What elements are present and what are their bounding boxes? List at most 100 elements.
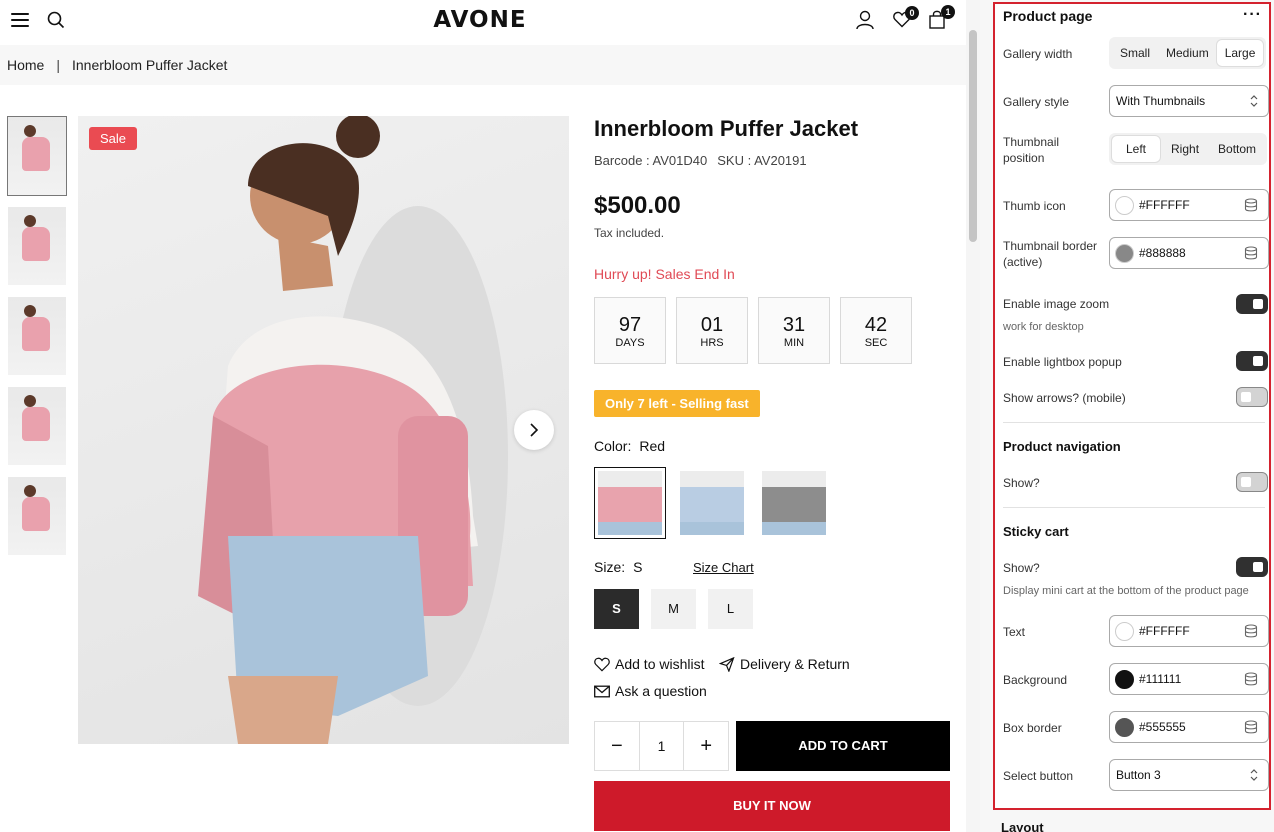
main-product-image[interactable]: Sale — [78, 116, 569, 744]
thumbnail-position-right[interactable]: Right — [1160, 136, 1210, 162]
buy-it-now-button[interactable]: BUY IT NOW — [594, 781, 950, 831]
color-label: Color: — [594, 438, 632, 454]
swatch-image — [680, 471, 744, 535]
color-swatch[interactable] — [1115, 670, 1134, 689]
countdown-unit: SEC — [864, 337, 888, 349]
select-chevron-icon — [1250, 769, 1258, 781]
account-icon[interactable] — [856, 10, 874, 35]
barcode: Barcode : AV01D40 — [594, 153, 708, 168]
gallery-style-value: With Thumbnails — [1116, 94, 1206, 108]
countdown-minutes: 31 MIN — [758, 297, 830, 364]
image-zoom-label: Enable image zoom — [1003, 297, 1110, 311]
add-to-cart-button[interactable]: ADD TO CART — [736, 721, 950, 771]
sticky-text-label: Text — [1003, 625, 1026, 639]
gallery-width-small[interactable]: Small — [1112, 40, 1158, 66]
database-icon[interactable] — [1244, 624, 1258, 638]
thumbnail-image — [8, 387, 66, 465]
size-chart-link[interactable]: Size Chart — [693, 560, 754, 575]
ask-question-label: Ask a question — [615, 683, 707, 699]
preview-scrollbar[interactable] — [966, 0, 980, 832]
thumbnail-position-bottom[interactable]: Bottom — [1210, 136, 1264, 162]
sticky-box-border-color-field[interactable]: #555555 — [1109, 711, 1269, 743]
quantity-decrease-button[interactable]: − — [595, 722, 639, 770]
image-zoom-toggle[interactable] — [1236, 294, 1268, 314]
settings-panel: Product page ··· Gallery width Small Med… — [980, 0, 1274, 832]
menu-icon[interactable] — [11, 13, 29, 27]
size-option-l[interactable]: L — [708, 589, 753, 629]
color-swatch-grey[interactable] — [758, 467, 830, 539]
thumb-icon-label: Thumb icon — [1003, 199, 1066, 213]
select-button-value: Button 3 — [1116, 768, 1161, 782]
gallery-thumbnail[interactable] — [7, 386, 67, 466]
breadcrumb-home-link[interactable]: Home — [7, 57, 44, 73]
database-icon[interactable] — [1244, 198, 1258, 212]
gallery-thumbnail[interactable] — [7, 476, 67, 556]
size-option-m[interactable]: M — [651, 589, 696, 629]
scrollbar-thumb[interactable] — [969, 30, 977, 242]
product-codes: Barcode : AV01D40 SKU : AV20191 — [594, 153, 807, 168]
lightbox-toggle[interactable] — [1236, 351, 1268, 371]
countdown-unit: DAYS — [615, 337, 645, 349]
delivery-return-label: Delivery & Return — [740, 656, 850, 672]
color-swatch[interactable] — [1115, 622, 1134, 641]
chevron-right-icon — [530, 423, 539, 437]
product-navigation-toggle[interactable] — [1236, 472, 1268, 492]
sale-badge: Sale — [89, 127, 138, 150]
select-button-dropdown[interactable]: Button 3 — [1109, 759, 1269, 791]
gallery-style-select[interactable]: With Thumbnails — [1109, 85, 1269, 117]
delivery-return-link[interactable]: Delivery & Return — [719, 656, 850, 672]
gallery-next-button[interactable] — [514, 410, 554, 450]
product-page-section: Product page ··· Gallery width Small Med… — [993, 2, 1271, 810]
more-options-icon[interactable]: ··· — [1243, 6, 1262, 24]
quantity-input[interactable]: 1 — [638, 722, 685, 770]
quantity-increase-button[interactable]: + — [684, 722, 728, 770]
sticky-background-color-field[interactable]: #111111 — [1109, 663, 1269, 695]
gallery-thumbnail[interactable] — [7, 116, 67, 196]
gallery-width-label: Gallery width — [1003, 47, 1073, 61]
countdown-unit: HRS — [700, 337, 724, 349]
thumbnail-border-color-field[interactable]: #888888 — [1109, 237, 1269, 269]
site-header: AVONE 0 1 — [0, 0, 966, 44]
gallery-width-selector: Small Medium Large — [1109, 37, 1267, 69]
countdown-timer: 97 DAYS 01 HRS 31 MIN 42 SEC — [594, 297, 922, 364]
thumbnail-position-selector: Left Right Bottom — [1109, 133, 1268, 165]
size-option-s[interactable]: S — [594, 589, 639, 629]
tax-note: Tax included. — [594, 226, 665, 240]
add-to-wishlist-link[interactable]: Add to wishlist — [594, 656, 704, 672]
color-swatch-red[interactable] — [594, 467, 666, 539]
gallery-width-large[interactable]: Large — [1216, 40, 1264, 66]
thumbnail-image — [8, 117, 66, 195]
gallery-thumbnail[interactable] — [7, 296, 67, 376]
stock-badge: Only 7 left - Selling fast — [594, 390, 760, 417]
section-title: Product page — [1003, 8, 1093, 24]
color-swatch[interactable] — [1115, 718, 1134, 737]
database-icon[interactable] — [1244, 246, 1258, 260]
search-icon[interactable] — [47, 11, 65, 34]
arrows-mobile-toggle[interactable] — [1236, 387, 1268, 407]
gallery-width-medium[interactable]: Medium — [1158, 40, 1217, 66]
thumbnail-position-left[interactable]: Left — [1112, 136, 1161, 162]
product-photo — [198, 116, 508, 744]
color-swatch[interactable] — [1115, 244, 1134, 263]
site-logo[interactable]: AVONE — [380, 7, 580, 33]
envelope-icon — [594, 685, 610, 697]
color-swatch[interactable] — [1115, 196, 1134, 215]
layout-section-title[interactable]: Layout — [1001, 820, 1044, 832]
color-swatch-blue[interactable] — [676, 467, 748, 539]
breadcrumb-current: Innerbloom Puffer Jacket — [72, 57, 228, 73]
sticky-text-color-field[interactable]: #FFFFFF — [1109, 615, 1269, 647]
gallery-thumbnail[interactable] — [7, 206, 67, 286]
ask-question-link[interactable]: Ask a question — [594, 683, 707, 699]
thumb-icon-color-field[interactable]: #FFFFFF — [1109, 189, 1269, 221]
database-icon[interactable] — [1244, 672, 1258, 686]
color-hex: #888888 — [1139, 246, 1186, 260]
color-swatches — [594, 467, 840, 539]
select-chevron-icon — [1250, 95, 1258, 107]
countdown-unit: MIN — [783, 337, 805, 349]
thumbnail-position-label: Thumbnail position — [1003, 135, 1060, 165]
sale-countdown-title: Hurry up! Sales End In — [594, 266, 735, 282]
heart-icon — [594, 657, 610, 672]
sticky-cart-hint: Display mini cart at the bottom of the p… — [1003, 585, 1249, 597]
sticky-cart-toggle[interactable] — [1236, 557, 1268, 577]
database-icon[interactable] — [1244, 720, 1258, 734]
